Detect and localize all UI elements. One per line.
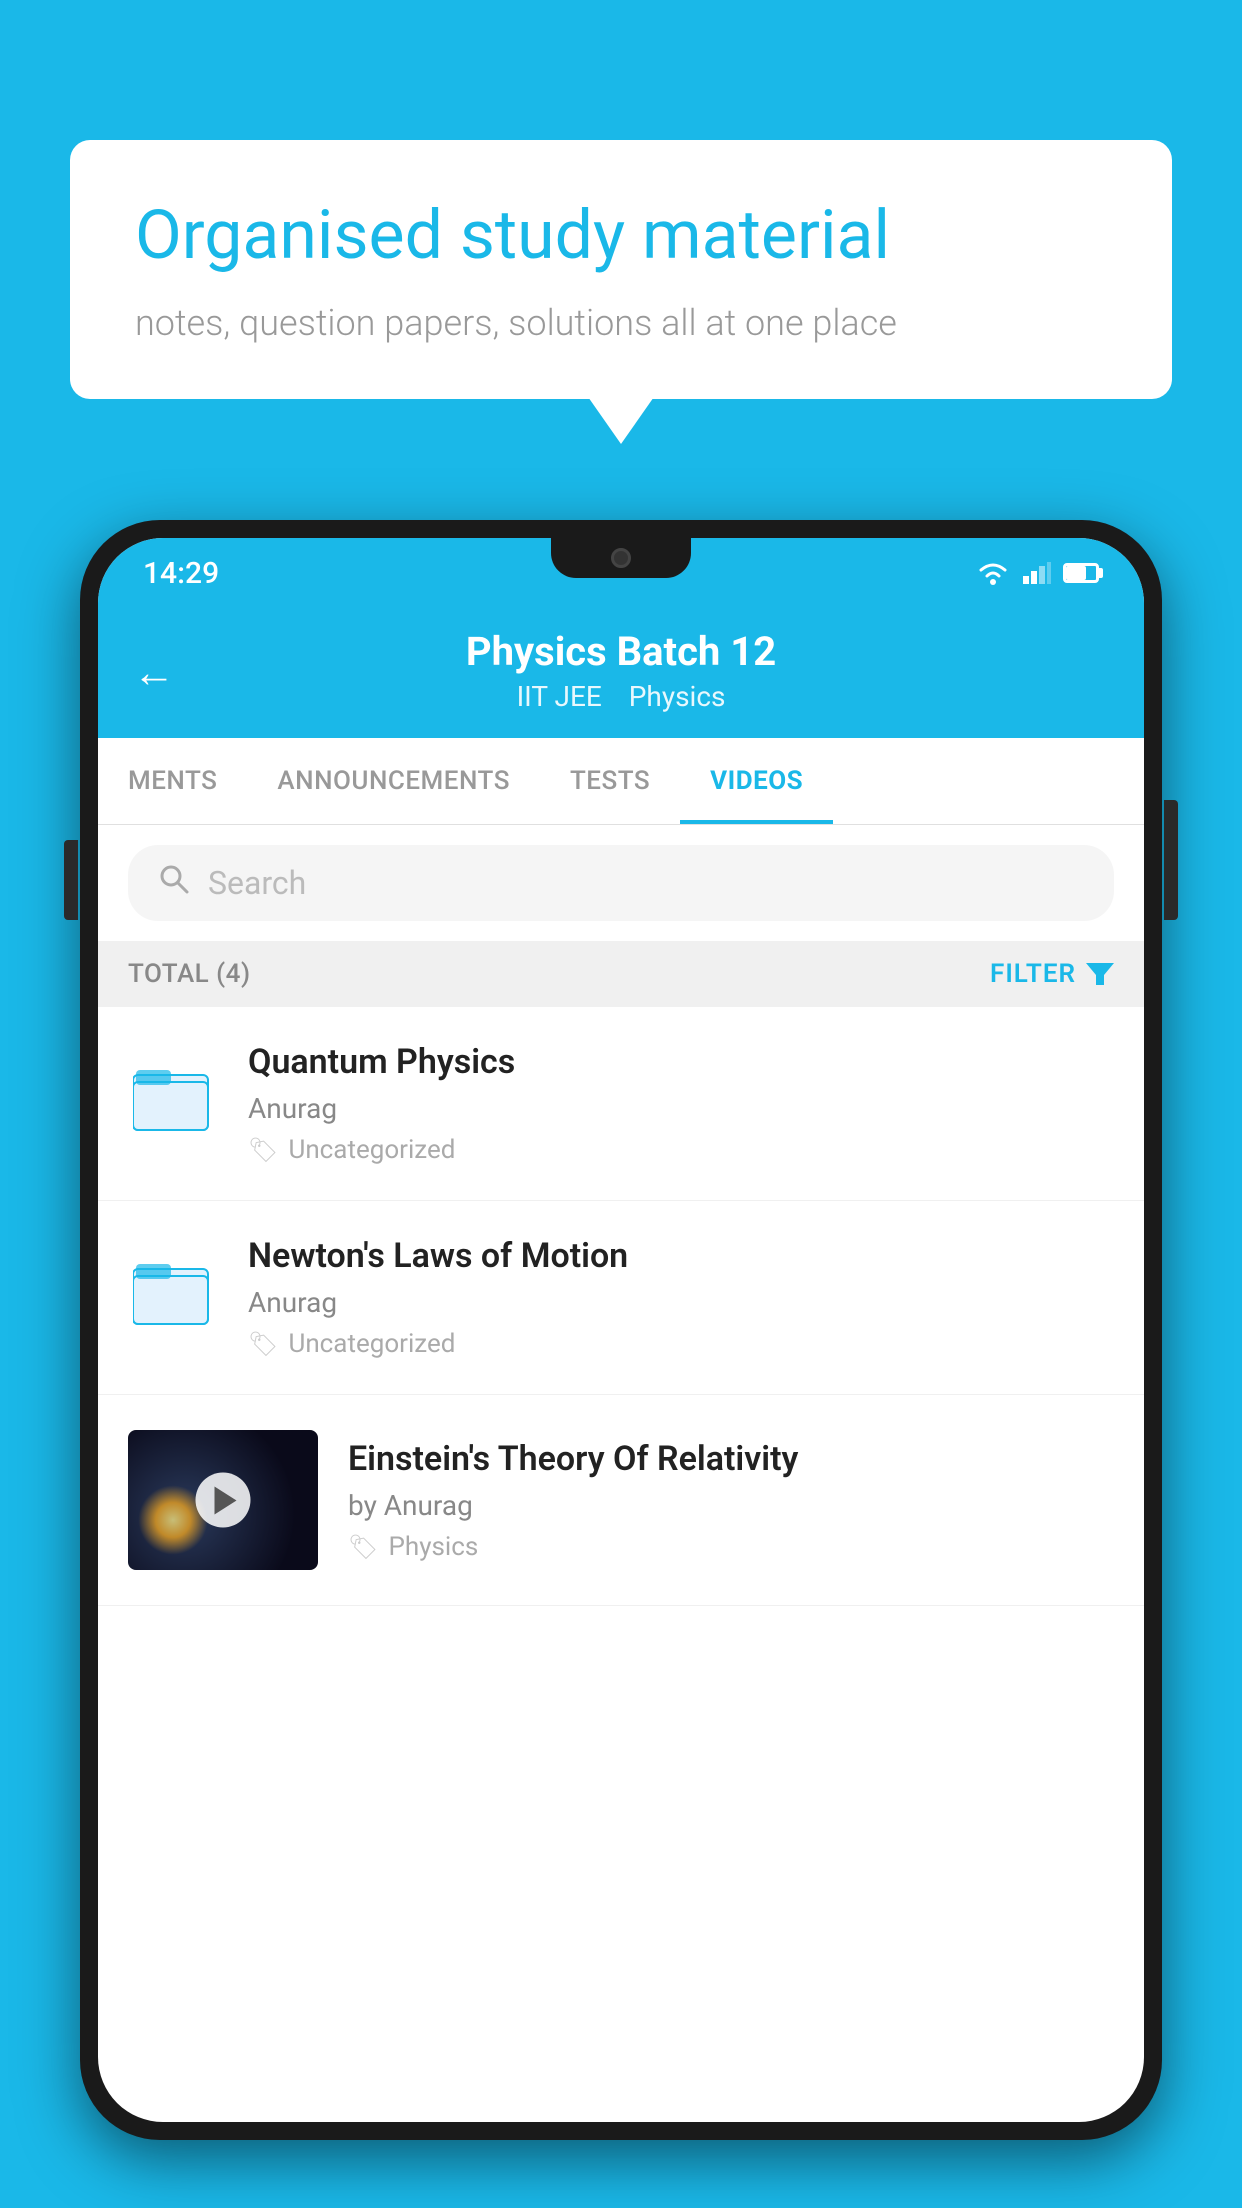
filter-bar: TOTAL (4) FILTER [98,941,1144,1007]
status-time: 14:29 [143,556,219,591]
speech-bubble-section: Organised study material notes, question… [70,140,1172,399]
tab-ments[interactable]: MENTS [98,738,247,824]
phone-wrapper: 14:29 [80,520,1162,2208]
search-placeholder: Search [208,864,306,902]
video-list: Quantum Physics Anurag 🏷 Uncategorized [98,1007,1144,1606]
subtitle-iit: IIT JEE [517,680,602,713]
folder-icon-container [128,1253,218,1343]
video-author: Anurag [248,1286,1114,1319]
tag-icon: 🏷 [248,1136,278,1164]
video-tag: 🏷 Uncategorized [248,1135,1114,1165]
folder-icon-container [128,1059,218,1149]
subtitle-physics: Physics [629,680,726,713]
video-author: by Anurag [348,1489,1114,1522]
app-title: Physics Batch 12 [138,628,1104,675]
tag-icon: 🏷 [348,1533,378,1561]
phone-inner: 14:29 [98,538,1144,2122]
app-subtitle: IIT JEE Physics [138,680,1104,713]
tab-announcements[interactable]: ANNOUNCEMENTS [247,738,540,824]
battery-icon [1063,563,1099,583]
video-title: Einstein's Theory Of Relativity [348,1439,1114,1479]
video-title: Newton's Laws of Motion [248,1236,1114,1276]
camera-dot [611,548,631,568]
tabs-bar: MENTS ANNOUNCEMENTS TESTS VIDEOS [98,738,1144,825]
app-header: ← Physics Batch 12 IIT JEE Physics [98,608,1144,738]
video-info: Quantum Physics Anurag 🏷 Uncategorized [248,1042,1114,1165]
search-container: Search [98,825,1144,941]
play-button[interactable] [196,1473,251,1528]
tab-videos[interactable]: VIDEOS [680,738,833,824]
notch [551,538,691,578]
phone-outer: 14:29 [80,520,1162,2140]
speech-bubble-title: Organised study material [135,195,1107,277]
search-bar[interactable]: Search [128,845,1114,921]
speech-bubble-subtitle: notes, question papers, solutions all at… [135,302,1107,344]
video-tag: 🏷 Physics [348,1532,1114,1562]
speech-bubble: Organised study material notes, question… [70,140,1172,399]
video-title: Quantum Physics [248,1042,1114,1082]
list-item[interactable]: Newton's Laws of Motion Anurag 🏷 Uncateg… [98,1201,1144,1395]
back-button[interactable]: ← [133,649,175,698]
video-tag: 🏷 Uncategorized [248,1329,1114,1359]
signal-icon [1023,562,1051,584]
play-triangle-icon [214,1486,236,1514]
total-count: TOTAL (4) [128,959,251,989]
folder-icon [133,1060,213,1148]
wifi-icon [975,560,1011,586]
folder-icon [133,1254,213,1342]
filter-button[interactable]: FILTER [990,959,1114,989]
video-author: Anurag [248,1092,1114,1125]
list-item[interactable]: Quantum Physics Anurag 🏷 Uncategorized [98,1007,1144,1201]
status-bar: 14:29 [98,538,1144,608]
tag-icon: 🏷 [248,1330,278,1358]
status-icons [975,560,1099,586]
tab-tests[interactable]: TESTS [540,738,680,824]
video-info: Newton's Laws of Motion Anurag 🏷 Uncateg… [248,1236,1114,1359]
search-icon [158,863,190,903]
list-item[interactable]: Einstein's Theory Of Relativity by Anura… [98,1395,1144,1606]
video-info: Einstein's Theory Of Relativity by Anura… [348,1439,1114,1562]
video-thumbnail [128,1430,318,1570]
filter-icon [1086,963,1114,985]
